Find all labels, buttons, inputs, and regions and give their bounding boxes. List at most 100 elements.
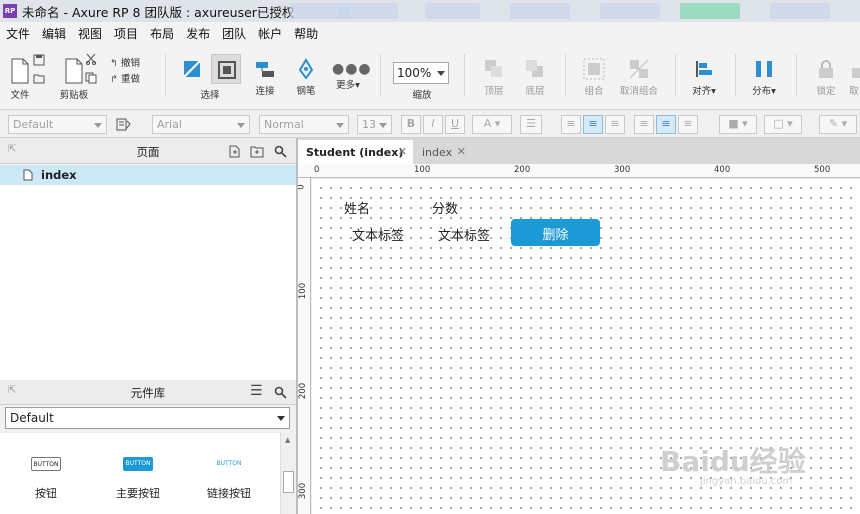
ungroup-button[interactable]: 取消组合 bbox=[618, 58, 660, 97]
library-scrollbar[interactable]: ▲ bbox=[280, 433, 296, 514]
bullet-list-button[interactable]: ☰ bbox=[520, 115, 542, 134]
menu-icon[interactable]: ☰ bbox=[250, 383, 263, 399]
align-left-text-button[interactable]: ≡ bbox=[561, 115, 581, 134]
redo-label: 重做 bbox=[121, 74, 141, 85]
scroll-thumb[interactable] bbox=[283, 471, 294, 493]
tab-index[interactable]: index ✕ bbox=[414, 140, 470, 164]
cancel-label: 取 bbox=[849, 86, 859, 97]
zoom-select[interactable]: 100% bbox=[393, 62, 449, 84]
open-folder-icon[interactable] bbox=[33, 72, 45, 84]
group-button[interactable]: 组合 bbox=[580, 58, 608, 97]
axure-app-icon: RP bbox=[3, 4, 17, 18]
font-select[interactable]: Arial bbox=[152, 115, 250, 134]
pages-list: index bbox=[0, 165, 296, 380]
bold-button[interactable]: B bbox=[401, 115, 421, 134]
valign-bottom-icon: ≡ bbox=[683, 117, 693, 130]
shadow-icon: □ ▾ bbox=[773, 117, 793, 130]
select-contained-button[interactable] bbox=[211, 54, 241, 84]
close-icon[interactable]: ✕ bbox=[457, 145, 466, 158]
menu-file[interactable]: 文件 bbox=[6, 25, 30, 42]
menu-layout[interactable]: 布局 bbox=[150, 25, 174, 42]
pages-panel-header: ⇱ 页面 bbox=[0, 139, 296, 164]
chevron-down-icon bbox=[336, 123, 344, 128]
menu-project[interactable]: 项目 bbox=[114, 25, 138, 42]
text-align-right-icon: ≡ bbox=[610, 117, 620, 130]
italic-icon: I bbox=[431, 117, 435, 130]
ruler-label: 100 bbox=[298, 282, 309, 300]
search-icon[interactable] bbox=[274, 386, 287, 399]
pen-button[interactable]: 钢笔 bbox=[292, 58, 320, 97]
header-name-label[interactable]: 姓名 bbox=[344, 198, 370, 217]
format-painter-icon[interactable] bbox=[116, 118, 132, 132]
file-icon bbox=[11, 58, 29, 84]
save-icon[interactable] bbox=[33, 54, 45, 66]
toolbar-separator bbox=[464, 54, 465, 96]
undo-button[interactable]: ↰ 撤销 bbox=[110, 55, 140, 69]
menu-help[interactable]: 帮助 bbox=[294, 25, 318, 42]
send-back-icon bbox=[526, 60, 543, 77]
bring-to-front-button[interactable]: 顶层 bbox=[480, 58, 508, 97]
align-middle-button[interactable]: ≡ bbox=[656, 115, 676, 134]
line-color-icon: ✎ ▾ bbox=[828, 117, 848, 130]
cell-score-label[interactable]: 文本标签 bbox=[438, 225, 490, 244]
lock-button[interactable]: 锁定 bbox=[812, 58, 840, 97]
underline-button[interactable]: U bbox=[445, 115, 465, 134]
align-right-text-button[interactable]: ≡ bbox=[605, 115, 625, 134]
distribute-button[interactable]: 分布▾ bbox=[748, 58, 780, 97]
group-label: 组合 bbox=[584, 86, 604, 97]
menu-team[interactable]: 团队 bbox=[222, 25, 246, 42]
select-label: 选择 bbox=[200, 90, 220, 101]
blurred-tab bbox=[510, 3, 570, 19]
style-select[interactable]: Default bbox=[8, 115, 107, 134]
collapse-arrow-icon[interactable]: ⇱ bbox=[8, 385, 16, 396]
header-score-label[interactable]: 分数 bbox=[432, 198, 458, 217]
align-top-button[interactable]: ≡ bbox=[634, 115, 654, 134]
fill-color-button[interactable]: ■ ▾ bbox=[719, 115, 757, 134]
font-color-button[interactable]: A ▾ bbox=[472, 115, 512, 134]
more-button[interactable]: ●●● 更多▾ bbox=[332, 61, 372, 91]
widget-button[interactable]: BUTTON 按钮 bbox=[18, 457, 74, 501]
widget-label: 链接按钮 bbox=[207, 487, 251, 500]
blurred-tab bbox=[600, 3, 660, 19]
chevron-down-icon bbox=[237, 123, 245, 128]
align-bottom-button[interactable]: ≡ bbox=[678, 115, 698, 134]
library-select[interactable]: Default bbox=[5, 407, 290, 429]
delete-button[interactable]: 删除 bbox=[511, 219, 600, 246]
italic-button[interactable]: I bbox=[423, 115, 443, 134]
page-item-index[interactable]: index bbox=[0, 165, 296, 185]
tab-student-index[interactable]: Student (index) ✕ bbox=[298, 140, 413, 164]
more-dots-icon: ●●● bbox=[332, 61, 372, 77]
font-value: Arial bbox=[157, 118, 182, 131]
align-button[interactable]: 对齐▾ bbox=[688, 58, 720, 97]
baidu-watermark: Baidu经验 bbox=[660, 445, 806, 478]
send-to-back-button[interactable]: 底层 bbox=[521, 58, 549, 97]
menu-publish[interactable]: 发布 bbox=[186, 25, 210, 42]
line-color-button[interactable]: ✎ ▾ bbox=[819, 115, 857, 134]
tab-label: index bbox=[422, 146, 453, 159]
menu-view[interactable]: 视图 bbox=[78, 25, 102, 42]
widget-primary-button[interactable]: BUTTON 主要按钮 bbox=[108, 457, 168, 501]
file-button[interactable]: 文件 bbox=[6, 58, 34, 101]
ruler-label: 0 bbox=[314, 165, 320, 175]
close-icon[interactable]: ✕ bbox=[398, 145, 407, 158]
widget-link-button[interactable]: BUTTON 链接按钮 bbox=[198, 457, 260, 501]
font-size-select[interactable]: 13 bbox=[357, 115, 392, 134]
connect-button[interactable]: 连接 bbox=[252, 58, 278, 97]
cut-icon[interactable] bbox=[85, 53, 97, 65]
select-intersect-icon[interactable] bbox=[181, 58, 203, 80]
cancel-lock-button[interactable]: 取 bbox=[848, 58, 860, 97]
align-center-text-button[interactable]: ≡ bbox=[583, 115, 603, 134]
redo-button[interactable]: ↱ 重做 bbox=[110, 71, 140, 85]
add-page-icon[interactable] bbox=[228, 145, 241, 158]
unlock-icon bbox=[852, 68, 860, 78]
menu-account[interactable]: 帐户 bbox=[258, 25, 282, 42]
copy-icon[interactable] bbox=[85, 72, 97, 84]
cell-name-label[interactable]: 文本标签 bbox=[352, 225, 404, 244]
search-icon[interactable] bbox=[274, 145, 287, 158]
scroll-up-icon[interactable]: ▲ bbox=[285, 436, 290, 444]
font-weight-select[interactable]: Normal bbox=[259, 115, 349, 134]
menu-edit[interactable]: 编辑 bbox=[42, 25, 66, 42]
shadow-button[interactable]: □ ▾ bbox=[764, 115, 802, 134]
collapse-arrow-icon[interactable]: ⇱ bbox=[8, 144, 16, 155]
add-folder-icon[interactable] bbox=[250, 145, 264, 158]
